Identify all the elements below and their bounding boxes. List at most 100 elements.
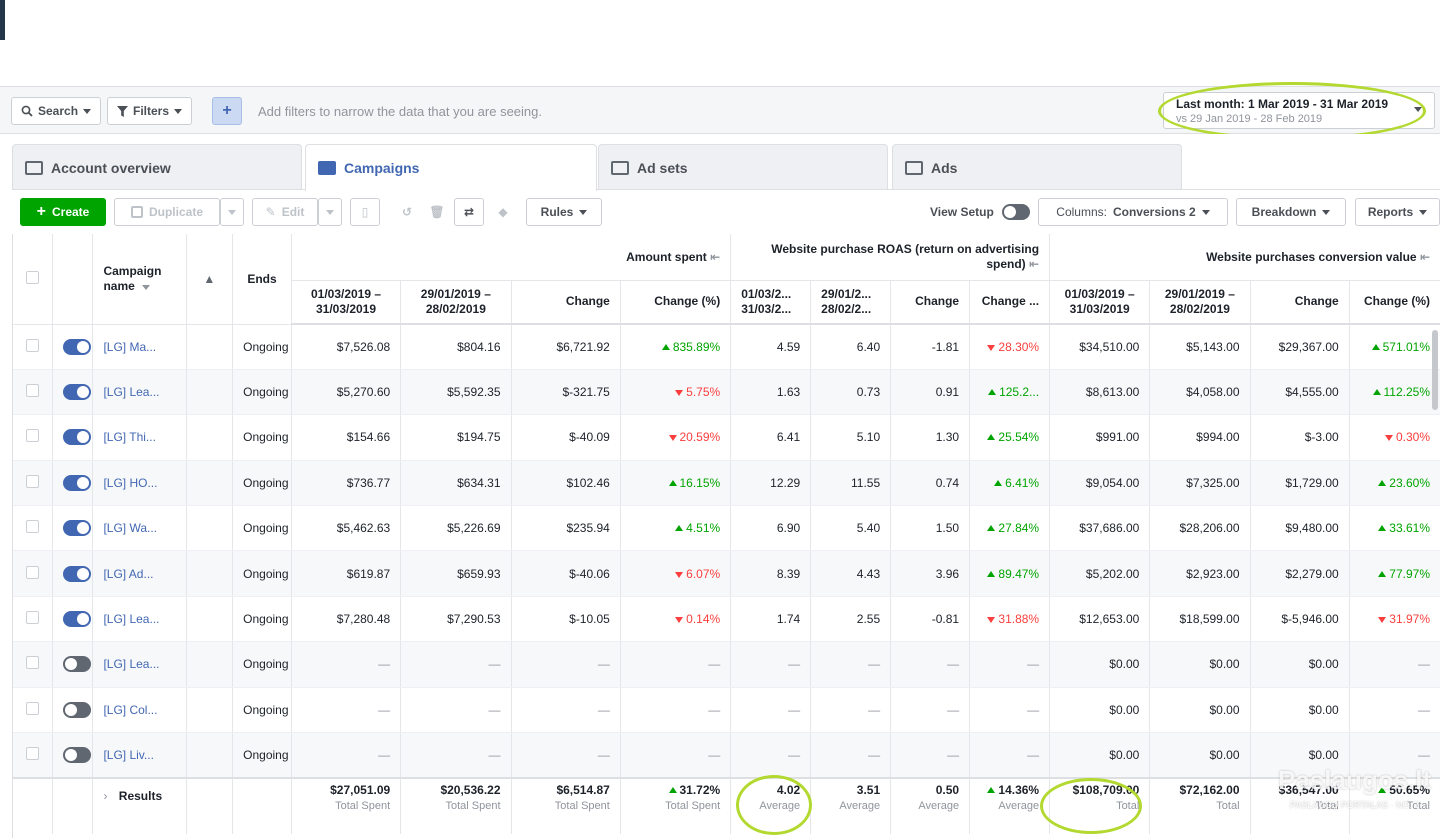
campaign-status-toggle[interactable] (62, 338, 91, 355)
conv-change-pct-header[interactable]: Change (%) (1349, 280, 1440, 325)
table-row[interactable]: [LG] Wa... Ongoing $5,462.63 $5,226.69 $235.… (13, 505, 1440, 552)
table-row[interactable]: [LG] Lea... Ongoing $7,280.48 $7,290.53 $-10… (13, 596, 1440, 643)
edit-button[interactable]: ✎ Edit (252, 198, 318, 226)
campaign-status-toggle[interactable] (62, 520, 91, 537)
expand-icon[interactable]: › (103, 789, 107, 803)
table-row[interactable]: [LG] HO... Ongoing $736.77 $634.31 $102.46 16… (13, 460, 1440, 507)
amount-previous-cell: $7,290.53 (400, 596, 512, 643)
add-filter-button[interactable]: + (212, 97, 242, 125)
roas-current-period-header[interactable]: 01/03/2... 31/03/2... (730, 280, 812, 325)
view-setup-toggle[interactable] (1001, 204, 1030, 220)
campaign-status-toggle[interactable] (62, 701, 91, 718)
collapse-icon[interactable]: ⇤ (1420, 250, 1430, 264)
select-all-checkbox[interactable] (25, 270, 39, 284)
campaign-status-toggle[interactable] (62, 565, 91, 582)
columns-button[interactable]: Columns: Conversions 2 (1038, 198, 1228, 226)
tab-ads[interactable]: Ads (892, 144, 1182, 190)
roas-current-cell: 8.39 (730, 550, 812, 597)
edit-dropdown[interactable] (318, 198, 342, 226)
row-checkbox[interactable] (25, 338, 39, 352)
amount-change-header[interactable]: Change (511, 280, 621, 325)
ends-header[interactable]: Ends (232, 234, 292, 325)
amount-previous-cell: $634.31 (400, 460, 512, 507)
table-row[interactable]: [LG] Lea... Ongoing $5,270.60 $5,592.35 $-32… (13, 369, 1440, 416)
view-setup-label: View Setup (930, 205, 994, 219)
amount-current-period-header[interactable]: 01/03/2019 – 31/03/2019 (291, 280, 402, 325)
roas-change-cell: 1.30 (890, 414, 971, 461)
export-button[interactable]: ⇄ (454, 198, 484, 226)
amount-change-cell: $235.94 (511, 505, 621, 552)
row-checkbox[interactable] (25, 746, 39, 760)
collapse-icon[interactable]: ⇤ (710, 250, 720, 264)
collapse-icon[interactable]: ⇤ (1029, 257, 1039, 271)
conv-change-cell: $0.00 (1250, 641, 1350, 688)
campaign-name[interactable]: [LG] HO... (92, 460, 187, 507)
tab-account-overview[interactable]: Account overview (12, 144, 302, 190)
conversion-value-header[interactable]: Website purchases conversion value ⇤ (1049, 234, 1440, 281)
row-checkbox[interactable] (25, 611, 39, 625)
campaign-status-toggle[interactable] (62, 611, 91, 628)
conv-change-header[interactable]: Change (1250, 280, 1350, 325)
roas-header[interactable]: Website purchase ROAS (return on adverti… (730, 234, 1051, 281)
rules-button[interactable]: Rules (526, 198, 602, 226)
conv-current-period-header[interactable]: 01/03/2019 – 31/03/2019 (1049, 280, 1151, 325)
roas-change-pct-header[interactable]: Change ... (969, 280, 1051, 325)
row-checkbox[interactable] (25, 520, 39, 534)
tag-button[interactable]: ◆ (488, 198, 518, 226)
row-checkbox[interactable] (25, 656, 39, 670)
date-range-picker[interactable]: Last month: 1 Mar 2019 - 31 Mar 2019 vs … (1163, 92, 1435, 129)
ab-test-button[interactable]: ▯ (350, 198, 380, 226)
campaign-status-toggle[interactable] (62, 429, 91, 446)
vertical-scrollbar[interactable] (1432, 330, 1438, 410)
table-row[interactable]: [LG] Liv... Ongoing — — — — — — — — $0.00 $0.00 $0.0… (13, 732, 1440, 779)
conv-previous-period-header[interactable]: 29/01/2019 – 28/02/2019 (1149, 280, 1251, 325)
campaign-name[interactable]: [LG] Thi... (92, 414, 187, 461)
row-checkbox[interactable] (25, 565, 39, 579)
amount-previous-period-header[interactable]: 29/01/2019 – 28/02/2019 (400, 280, 512, 325)
campaign-name[interactable]: [LG] Col... (92, 687, 187, 734)
revert-button[interactable]: ↺ (392, 198, 422, 226)
duplicate-dropdown[interactable] (220, 198, 244, 226)
campaign-name[interactable]: [LG] Wa... (92, 505, 187, 552)
roas-change-header[interactable]: Change (890, 280, 971, 325)
table-row[interactable]: [LG] Lea... Ongoing — — — — — — — — $0.00 $0.00 $0.0… (13, 641, 1440, 688)
filters-button[interactable]: Filters (107, 97, 193, 125)
conv-previous-value: $2,923.00 (1186, 566, 1240, 581)
campaign-name[interactable]: [LG] Lea... (92, 369, 187, 416)
campaign-name[interactable]: [LG] Lea... (92, 596, 187, 643)
tab-campaigns[interactable]: Campaigns (305, 144, 597, 191)
campaign-name[interactable]: [LG] Lea... (92, 641, 187, 688)
campaign-status-toggle[interactable] (62, 656, 91, 673)
table-row[interactable]: [LG] Ma... Ongoing $7,526.08 $804.16 $6,721.… (13, 324, 1440, 370)
amount-change-pct-header[interactable]: Change (%) (620, 280, 732, 325)
view-setup[interactable]: View Setup (930, 204, 1030, 220)
campaign-status-toggle[interactable] (62, 746, 91, 763)
delete-button[interactable]: 🗑 (422, 198, 452, 226)
results-label-cell[interactable]: › Results (92, 776, 187, 834)
tab-ad-sets[interactable]: Ad sets (598, 144, 888, 190)
create-button[interactable]: + Create (20, 198, 106, 226)
campaign-status-toggle[interactable] (62, 474, 91, 491)
amount-spent-header[interactable]: Amount spent ⇤ (291, 234, 732, 281)
campaign-name-header[interactable]: Campaign name (92, 234, 187, 325)
amount-change-cell: $6,721.92 (511, 324, 621, 370)
row-checkbox[interactable] (25, 474, 39, 488)
results-cell: 4.02 Average (730, 776, 812, 834)
amount-previous-cell: $5,592.35 (400, 369, 512, 416)
search-button[interactable]: Search (11, 97, 102, 125)
table-row[interactable]: [LG] Col... Ongoing — — — — — — — — $0.00 $0.00 $0.0… (13, 687, 1440, 734)
campaign-name[interactable]: [LG] Ad... (92, 550, 187, 597)
reports-button[interactable]: Reports (1355, 198, 1440, 226)
duplicate-button[interactable]: Duplicate (114, 198, 220, 226)
campaign-name[interactable]: [LG] Liv... (92, 732, 187, 779)
breakdown-button[interactable]: Breakdown (1236, 198, 1346, 226)
delivery-warning-header[interactable]: ▲ (186, 234, 234, 325)
table-row[interactable]: [LG] Thi... Ongoing $154.66 $194.75 $-40.09 2… (13, 414, 1440, 461)
campaign-name[interactable]: [LG] Ma... (92, 324, 187, 370)
row-checkbox[interactable] (25, 384, 39, 398)
roas-previous-period-header[interactable]: 29/01/2... 28/02/2... (810, 280, 892, 325)
row-checkbox[interactable] (25, 429, 39, 443)
row-checkbox[interactable] (25, 701, 39, 715)
table-row[interactable]: [LG] Ad... Ongoing $619.87 $659.93 $-40.06 6.… (13, 550, 1440, 597)
campaign-status-toggle[interactable] (62, 384, 91, 401)
